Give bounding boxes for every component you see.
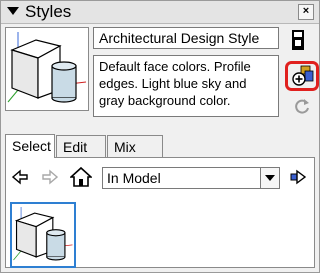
panel-title: Styles [25, 2, 72, 21]
styles-panel: Styles × Architectural Design Style Defa… [0, 0, 320, 273]
close-button[interactable]: × [298, 4, 314, 20]
home-icon[interactable] [68, 166, 94, 193]
select-tab-content: In Model [5, 157, 315, 268]
collection-selected-value: In Model [107, 170, 161, 186]
chevron-down-icon[interactable] [260, 168, 279, 188]
panel-titlebar[interactable]: Styles × [1, 1, 319, 24]
tab-select[interactable]: Select [5, 134, 55, 158]
details-arrow-icon[interactable] [290, 169, 307, 190]
style-preview-image [7, 32, 87, 103]
forward-arrow-icon[interactable] [42, 169, 59, 190]
style-thumbnail-small [13, 207, 73, 261]
navigation-row: In Model [6, 166, 314, 192]
collection-dropdown[interactable]: In Model [102, 167, 280, 189]
save-style-icon[interactable] [291, 29, 305, 56]
style-description-field[interactable]: Default face colors. Profile edges. Ligh… [93, 55, 279, 117]
create-new-style-icon [285, 61, 319, 91]
style-name-field[interactable]: Architectural Design Style [93, 27, 279, 49]
style-gallery-item[interactable] [10, 202, 76, 268]
tab-edit[interactable]: Edit [56, 135, 106, 157]
create-new-style-button[interactable] [285, 61, 319, 96]
collapse-arrow-icon[interactable] [7, 7, 19, 15]
update-style-icon[interactable] [293, 97, 311, 120]
tab-mix[interactable]: Mix [107, 135, 163, 157]
style-thumbnail-large [5, 27, 89, 111]
back-arrow-icon[interactable] [11, 169, 28, 190]
